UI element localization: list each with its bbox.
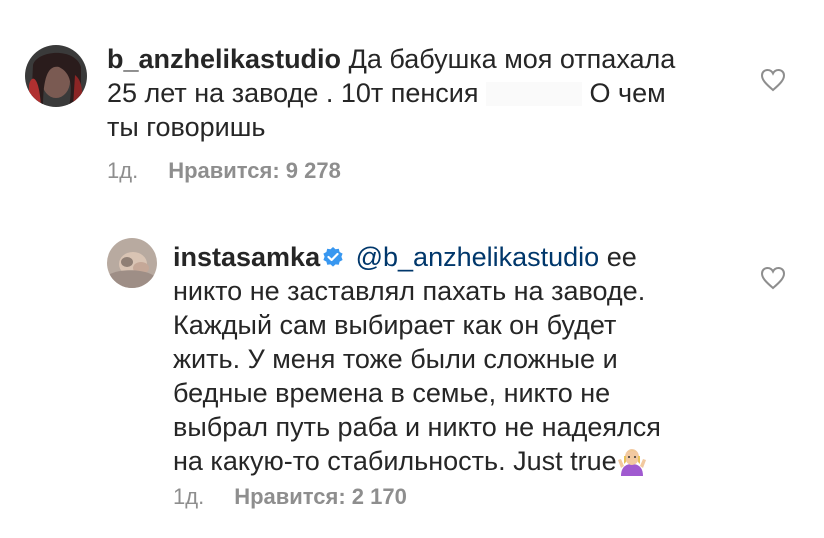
comment-text-line: О чем: [589, 78, 666, 108]
comment-text: instasamka @b_anzhelikastudio ее никто н…: [173, 240, 773, 478]
heart-outline-icon[interactable]: [760, 266, 786, 290]
avatar[interactable]: [25, 45, 87, 107]
comment-username[interactable]: instasamka: [173, 242, 320, 272]
heart-outline-icon[interactable]: [760, 68, 786, 92]
avatar-photo: [25, 45, 87, 107]
avatar-photo: [107, 238, 157, 288]
comment-text-line: ты говоришь: [107, 112, 266, 142]
comment-text-line: выбрал путь раба и никто не надеялся: [173, 412, 661, 442]
comment-likes[interactable]: Нравится: 9 278: [168, 158, 341, 183]
avatar[interactable]: [107, 238, 157, 288]
comment-text-line: Да бабушка моя отпахала: [348, 44, 676, 74]
comment-text-line: Каждый сам выбирает как он будет: [173, 310, 617, 340]
comment-text-line: никто не заставлял пахать на заводе.: [173, 276, 646, 306]
comment-time: 1д.: [173, 484, 205, 509]
comment-meta: 1д. Нравится: 9 278: [107, 158, 341, 184]
comment-meta: 1д. Нравится: 2 170: [173, 484, 407, 510]
mention-link[interactable]: @b_anzhelikastudio: [356, 242, 600, 272]
person-shrugging-emoji-icon: [617, 446, 647, 476]
redacted-region: [486, 82, 583, 106]
verified-badge-icon: [322, 242, 344, 267]
comment-time: 1д.: [107, 158, 139, 183]
comment-1: b_anzhelikastudio Да бабушка моя отпахал…: [0, 0, 824, 200]
comment-text-line: 25 лет на заводе . 10т пенсия: [107, 78, 479, 108]
comment-text-line: ее: [606, 242, 637, 272]
comment-text-line: жить. У меня тоже были сложные и: [173, 344, 618, 374]
comment-text: b_anzhelikastudio Да бабушка моя отпахал…: [107, 42, 727, 144]
comment-text-line: бедные времена в семье, никто не: [173, 378, 611, 408]
comment-2: instasamka @b_anzhelikastudio ее никто н…: [0, 200, 824, 538]
comment-text-line: на какую-то стабильность. Just true: [173, 446, 617, 476]
comment-likes[interactable]: Нравится: 2 170: [234, 484, 407, 509]
comment-username[interactable]: b_anzhelikastudio: [107, 44, 341, 74]
